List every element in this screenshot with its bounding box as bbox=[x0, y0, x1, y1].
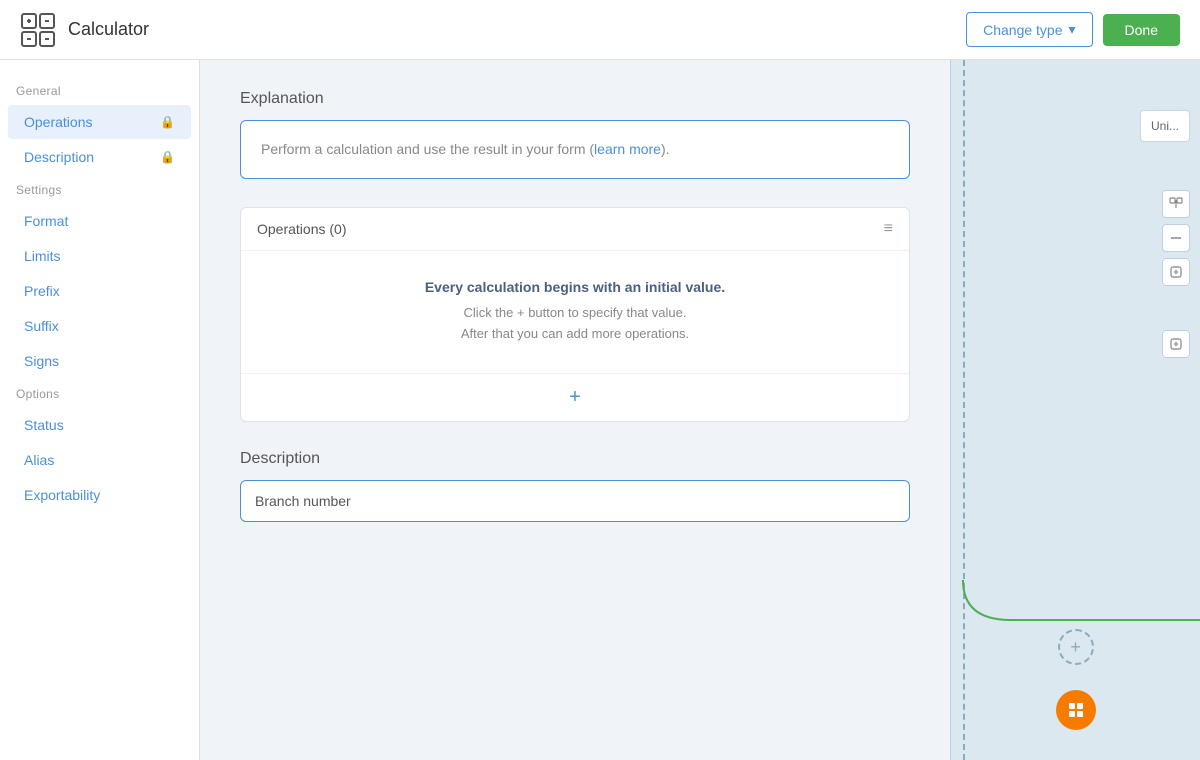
right-panel-icon-2[interactable] bbox=[1162, 224, 1190, 252]
operations-body-line1: Click the + button to specify that value… bbox=[261, 303, 889, 324]
explanation-box: Perform a calculation and use the result… bbox=[240, 120, 910, 179]
right-panel-icon-1[interactable] bbox=[1162, 190, 1190, 218]
operations-box: Operations (0) ≡ Every calculation begin… bbox=[240, 207, 910, 422]
sidebar: General Operations 🔒 Description 🔒 Setti… bbox=[0, 60, 200, 760]
sidebar-item-description[interactable]: Description 🔒 bbox=[8, 140, 191, 174]
right-panel-icons bbox=[1162, 190, 1190, 292]
right-panel-node: Uni... bbox=[1140, 110, 1190, 142]
right-panel-icons-2 bbox=[1162, 330, 1190, 364]
operations-body: Every calculation begins with an initial… bbox=[241, 251, 909, 373]
operations-header-title: Operations (0) bbox=[257, 221, 346, 237]
sidebar-item-format[interactable]: Format bbox=[8, 204, 191, 238]
sidebar-item-exportability[interactable]: Exportability bbox=[8, 478, 191, 512]
sidebar-item-signs[interactable]: Signs bbox=[8, 344, 191, 378]
description-input[interactable] bbox=[240, 480, 910, 522]
sidebar-item-status[interactable]: Status bbox=[8, 408, 191, 442]
sidebar-item-operations[interactable]: Operations 🔒 bbox=[8, 105, 191, 139]
lock-icon: 🔒 bbox=[160, 115, 175, 129]
description-title: Description bbox=[240, 450, 910, 468]
sidebar-item-prefix[interactable]: Prefix bbox=[8, 274, 191, 308]
sidebar-group-settings: Settings bbox=[0, 175, 199, 203]
operations-header: Operations (0) ≡ bbox=[241, 208, 909, 251]
explanation-title: Explanation bbox=[240, 90, 910, 108]
add-node-button[interactable]: + bbox=[1058, 629, 1094, 665]
right-panel-icon-3[interactable] bbox=[1162, 258, 1190, 286]
sidebar-item-limits[interactable]: Limits bbox=[8, 239, 191, 273]
sidebar-group-general: General bbox=[0, 76, 199, 104]
right-panel: Uni... bbox=[950, 60, 1200, 760]
content-area: Explanation Perform a calculation and us… bbox=[200, 60, 950, 760]
operations-menu-icon[interactable]: ≡ bbox=[884, 220, 893, 238]
orange-action-button[interactable] bbox=[1056, 690, 1096, 730]
app-title: Calculator bbox=[68, 19, 149, 40]
operations-body-line2: After that you can add more operations. bbox=[261, 324, 889, 345]
header-left: Calculator bbox=[20, 12, 149, 48]
dashed-line bbox=[963, 60, 965, 760]
app-header: Calculator Change type ▾ Done bbox=[0, 0, 1200, 60]
right-panel-icon-4[interactable] bbox=[1162, 330, 1190, 358]
sidebar-group-options: Options bbox=[0, 379, 199, 407]
chevron-down-icon: ▾ bbox=[1069, 21, 1076, 38]
lock-icon: 🔒 bbox=[160, 150, 175, 164]
sidebar-item-suffix[interactable]: Suffix bbox=[8, 309, 191, 343]
operations-body-title: Every calculation begins with an initial… bbox=[261, 279, 889, 295]
change-type-button[interactable]: Change type ▾ bbox=[966, 12, 1092, 47]
done-button[interactable]: Done bbox=[1103, 14, 1180, 46]
operations-section: Operations (0) ≡ Every calculation begin… bbox=[240, 207, 910, 422]
header-actions: Change type ▾ Done bbox=[966, 12, 1180, 47]
sidebar-item-alias[interactable]: Alias bbox=[8, 443, 191, 477]
learn-more-link[interactable]: learn more bbox=[594, 141, 661, 157]
description-section: Description bbox=[240, 450, 910, 522]
explanation-section: Explanation Perform a calculation and us… bbox=[240, 90, 910, 179]
calculator-icon bbox=[20, 12, 56, 48]
add-operation-button[interactable]: + bbox=[241, 373, 909, 421]
